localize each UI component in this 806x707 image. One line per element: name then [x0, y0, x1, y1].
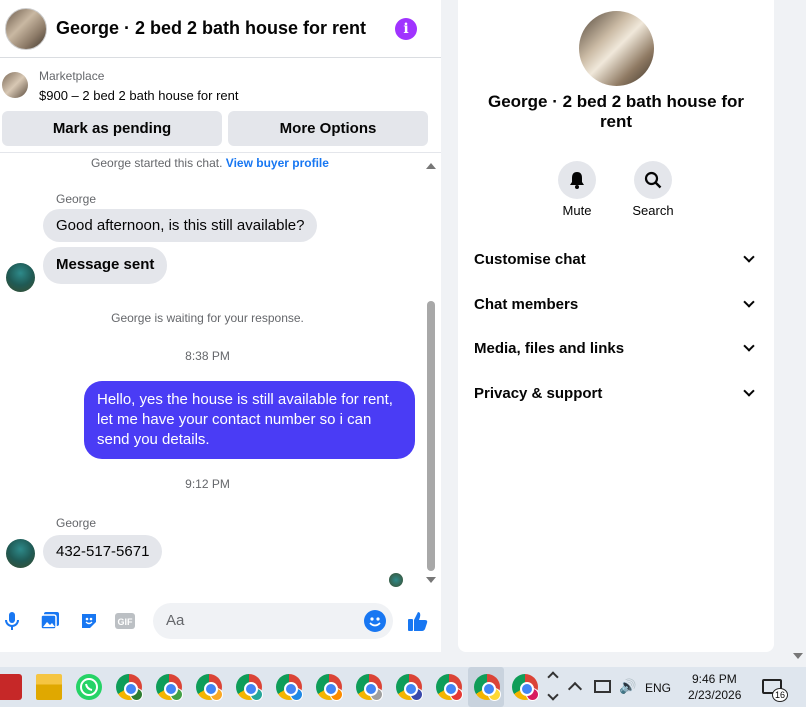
chat-started-note: George started this chat. View buyer pro… — [0, 156, 420, 170]
whatsapp-icon[interactable] — [76, 674, 102, 700]
chrome-profile-icon[interactable] — [196, 674, 223, 701]
row-label: Privacy & support — [474, 384, 603, 402]
app-icon[interactable] — [0, 674, 22, 700]
read-receipt-avatar — [389, 573, 403, 587]
chevron-up-icon[interactable] — [547, 671, 559, 683]
chevron-down-icon — [743, 340, 755, 352]
profile-avatar[interactable] — [579, 11, 654, 86]
row-label: Media, files and links — [474, 339, 625, 357]
chrome-profile-icon[interactable] — [156, 674, 183, 701]
info-icon[interactable]: i — [395, 17, 417, 40]
listing-thumbnail — [2, 72, 28, 98]
chevron-down-icon — [743, 385, 755, 397]
view-buyer-profile-link[interactable]: View buyer profile — [226, 156, 329, 170]
page-scroll-down-arrow[interactable] — [793, 653, 803, 659]
emoji-icon[interactable] — [364, 610, 386, 632]
scroll-up-arrow[interactable] — [426, 163, 436, 169]
message-scrollbar[interactable] — [425, 153, 437, 593]
clock-date[interactable]: 2/23/2026 — [688, 688, 741, 702]
file-explorer-icon[interactable] — [36, 674, 62, 700]
sender-avatar[interactable] — [6, 263, 35, 292]
incoming-message[interactable]: Message sent — [43, 247, 168, 284]
incoming-message[interactable]: 432-517-5671 — [43, 535, 163, 568]
message-input[interactable] — [166, 612, 356, 629]
chrome-profile-icon[interactable] — [356, 674, 383, 701]
sender-name: George — [56, 192, 97, 206]
chevron-down-icon — [743, 296, 755, 308]
row-label: Customise chat — [474, 250, 586, 268]
chrome-profile-icon[interactable] — [236, 674, 263, 701]
chrome-profile-icon[interactable] — [276, 674, 303, 701]
sticker-icon[interactable] — [78, 610, 100, 632]
more-options-button[interactable]: More Options — [228, 111, 428, 146]
scrollbar-thumb[interactable] — [427, 301, 435, 571]
contact-avatar[interactable] — [5, 7, 47, 50]
marketplace-label: Marketplace — [39, 69, 105, 83]
chat-info-pane: George · 2 bed 2 bath house for rent Mut… — [458, 0, 774, 652]
media-files-links-row[interactable]: Media, files and links — [474, 333, 759, 363]
chevron-down-icon — [743, 251, 755, 263]
taskbar-scroll[interactable] — [547, 669, 561, 705]
microphone-icon[interactable] — [1, 610, 23, 632]
chrome-profile-icon[interactable] — [116, 674, 143, 701]
chat-started-text: George started this chat. — [91, 156, 223, 170]
message-input-box[interactable] — [153, 603, 393, 639]
listing-title: $900 – 2 bed 2 bath house for rent — [39, 88, 239, 103]
search-label: Search — [632, 203, 674, 218]
scroll-down-arrow[interactable] — [426, 577, 436, 583]
mute-label: Mute — [562, 203, 592, 218]
thumbs-up-icon[interactable] — [406, 609, 430, 633]
message-composer: GIF — [0, 596, 441, 646]
search-icon — [644, 171, 662, 189]
svg-text:GIF: GIF — [118, 617, 134, 627]
gallery-icon[interactable] — [39, 610, 61, 632]
network-icon[interactable] — [594, 680, 611, 693]
search-button[interactable] — [634, 161, 672, 199]
notification-count-badge: 16 — [772, 688, 788, 702]
mark-pending-button[interactable]: Mark as pending — [2, 111, 222, 146]
timestamp: 8:38 PM — [185, 349, 230, 363]
waiting-note: George is waiting for your response. — [111, 311, 304, 325]
gif-icon[interactable]: GIF — [114, 610, 136, 632]
outgoing-message[interactable]: Hello, yes the house is still available … — [84, 381, 415, 459]
message-list[interactable]: George started this chat. View buyer pro… — [0, 152, 441, 592]
chrome-profile-icon[interactable] — [512, 674, 539, 701]
chat-members-row[interactable]: Chat members — [474, 289, 759, 319]
chevron-down-icon[interactable] — [547, 689, 559, 701]
info-title: George · 2 bed 2 bath house for rent — [488, 92, 744, 131]
mute-button[interactable] — [558, 161, 596, 199]
marketplace-listing[interactable]: Marketplace $900 – 2 bed 2 bath house fo… — [0, 62, 441, 106]
bell-icon — [570, 172, 584, 189]
chrome-profile-icon[interactable] — [396, 674, 423, 701]
volume-icon[interactable]: 🔊 — [619, 679, 636, 695]
row-label: Chat members — [474, 295, 579, 313]
customise-chat-row[interactable]: Customise chat — [474, 244, 759, 274]
show-hidden-icons-icon[interactable] — [567, 681, 583, 697]
chrome-profile-icon[interactable] — [474, 674, 501, 701]
chat-title[interactable]: George · 2 bed 2 bath house for rent — [56, 18, 395, 39]
timestamp: 9:12 PM — [185, 477, 230, 491]
language-indicator[interactable]: ENG — [645, 681, 671, 695]
privacy-support-row[interactable]: Privacy & support — [474, 378, 759, 408]
chat-header: George · 2 bed 2 bath house for rent i — [0, 0, 441, 58]
taskbar: 🔊 ENG 9:46 PM 2/23/2026 16 — [0, 667, 806, 707]
incoming-message[interactable]: Good afternoon, is this still available? — [43, 209, 318, 242]
sender-name: George — [56, 516, 97, 530]
chrome-profile-icon[interactable] — [436, 674, 463, 701]
sender-avatar[interactable] — [6, 539, 35, 568]
chrome-profile-icon[interactable] — [316, 674, 343, 701]
chat-pane: George · 2 bed 2 bath house for rent i M… — [0, 0, 441, 652]
clock-time[interactable]: 9:46 PM — [692, 672, 737, 686]
